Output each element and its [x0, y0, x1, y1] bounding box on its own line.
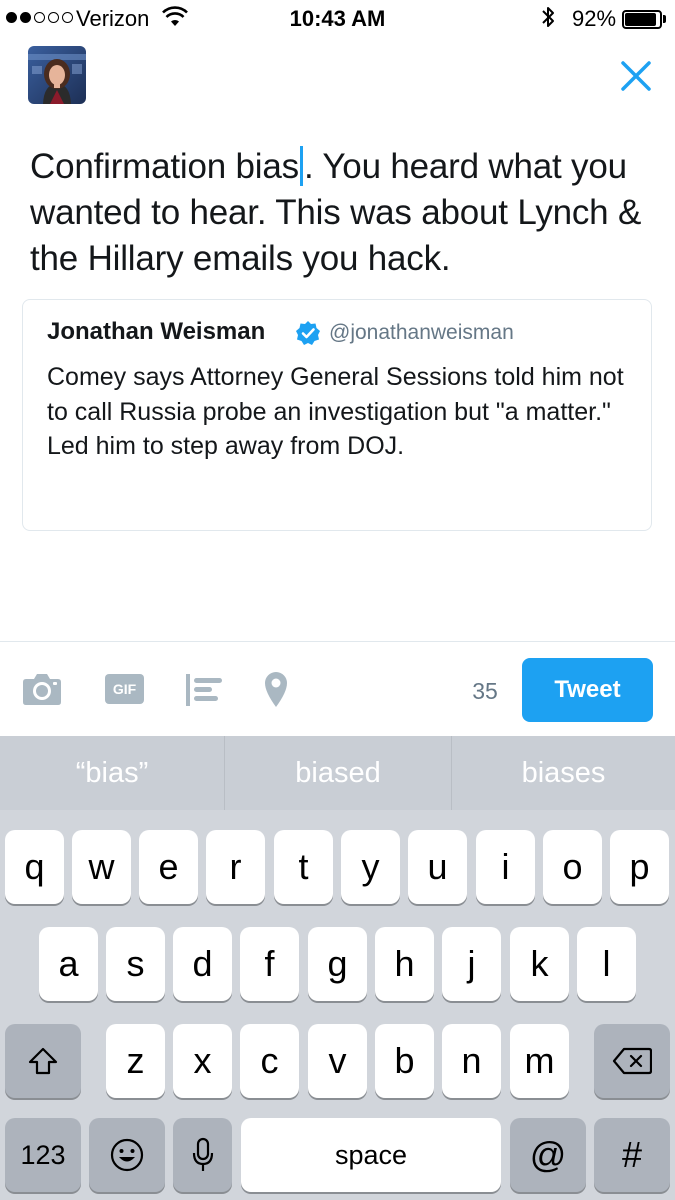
predictive-suggestion-bar: “bias” biased biases: [0, 736, 675, 810]
compose-text-before-cursor: Confirmation bias: [30, 147, 299, 186]
key-p[interactable]: p: [610, 830, 669, 904]
ios-keyboard: “bias” biased biases q w e r t y u i o p…: [0, 736, 675, 1200]
key-m[interactable]: m: [510, 1024, 569, 1098]
key-r[interactable]: r: [206, 830, 265, 904]
tweet-button[interactable]: Tweet: [522, 658, 653, 722]
shift-icon: [28, 1047, 58, 1075]
location-icon[interactable]: [263, 670, 289, 708]
emoji-key[interactable]: [89, 1118, 165, 1192]
poll-icon[interactable]: [186, 674, 224, 706]
key-l[interactable]: l: [577, 927, 636, 1001]
close-icon[interactable]: [614, 54, 658, 98]
verified-badge-icon: [296, 321, 320, 345]
battery-terminal: [663, 15, 666, 23]
key-d[interactable]: d: [173, 927, 232, 1001]
key-w[interactable]: w: [72, 830, 131, 904]
key-t[interactable]: t: [274, 830, 333, 904]
camera-icon[interactable]: [22, 672, 62, 706]
key-u[interactable]: u: [408, 830, 467, 904]
key-g[interactable]: g: [308, 927, 367, 1001]
key-s[interactable]: s: [106, 927, 165, 1001]
gif-label: GIF: [112, 681, 137, 697]
key-v[interactable]: v: [308, 1024, 367, 1098]
key-a[interactable]: a: [39, 927, 98, 1001]
quoted-tweet-text: Comey says Attorney General Sessions tol…: [47, 363, 624, 460]
numbers-key[interactable]: 123: [5, 1118, 81, 1192]
dictation-key[interactable]: [173, 1118, 232, 1192]
text-cursor: [299, 146, 303, 186]
key-o[interactable]: o: [543, 830, 602, 904]
microphone-icon: [192, 1137, 213, 1171]
key-c[interactable]: c: [240, 1024, 299, 1098]
quoted-tweet-card[interactable]: Jonathan Weisman @jonathanweisman Comey …: [22, 299, 652, 531]
gif-button[interactable]: GIF: [105, 674, 144, 704]
key-h[interactable]: h: [375, 927, 434, 1001]
space-key[interactable]: space: [241, 1118, 501, 1192]
status-bar: Verizon 10:43 AM 92%: [0, 0, 675, 38]
user-avatar[interactable]: [28, 46, 86, 104]
shift-key[interactable]: [5, 1024, 81, 1098]
backspace-icon: [612, 1047, 652, 1075]
quoted-author-handle: @jonathanweisman: [329, 321, 514, 344]
battery-percent: 92%: [572, 6, 617, 31]
suggestion-2[interactable]: biased: [225, 736, 451, 810]
key-z[interactable]: z: [106, 1024, 165, 1098]
hash-key[interactable]: #: [594, 1118, 670, 1192]
key-j[interactable]: j: [442, 927, 501, 1001]
compose-toolbar: GIF 35 Tweet: [0, 641, 675, 737]
key-e[interactable]: e: [139, 830, 198, 904]
key-y[interactable]: y: [341, 830, 400, 904]
key-i[interactable]: i: [476, 830, 535, 904]
key-x[interactable]: x: [173, 1024, 232, 1098]
battery-icon: [622, 10, 662, 29]
bluetooth-icon: [542, 7, 554, 27]
key-n[interactable]: n: [442, 1024, 501, 1098]
key-q[interactable]: q: [5, 830, 64, 904]
suggestion-1[interactable]: “bias”: [0, 736, 224, 810]
emoji-icon: [110, 1138, 144, 1172]
suggestion-3[interactable]: biases: [452, 736, 675, 810]
tweet-compose-input[interactable]: Confirmation bias. You heard what you wa…: [30, 144, 650, 282]
key-k[interactable]: k: [510, 927, 569, 1001]
at-key[interactable]: @: [510, 1118, 586, 1192]
character-counter: 35: [472, 678, 498, 704]
quoted-author-name: Jonathan Weisman: [47, 318, 266, 345]
backspace-key[interactable]: [594, 1024, 670, 1098]
key-b[interactable]: b: [375, 1024, 434, 1098]
avatar-image: [28, 46, 86, 104]
battery-level-fill: [625, 13, 656, 26]
key-f[interactable]: f: [240, 927, 299, 1001]
